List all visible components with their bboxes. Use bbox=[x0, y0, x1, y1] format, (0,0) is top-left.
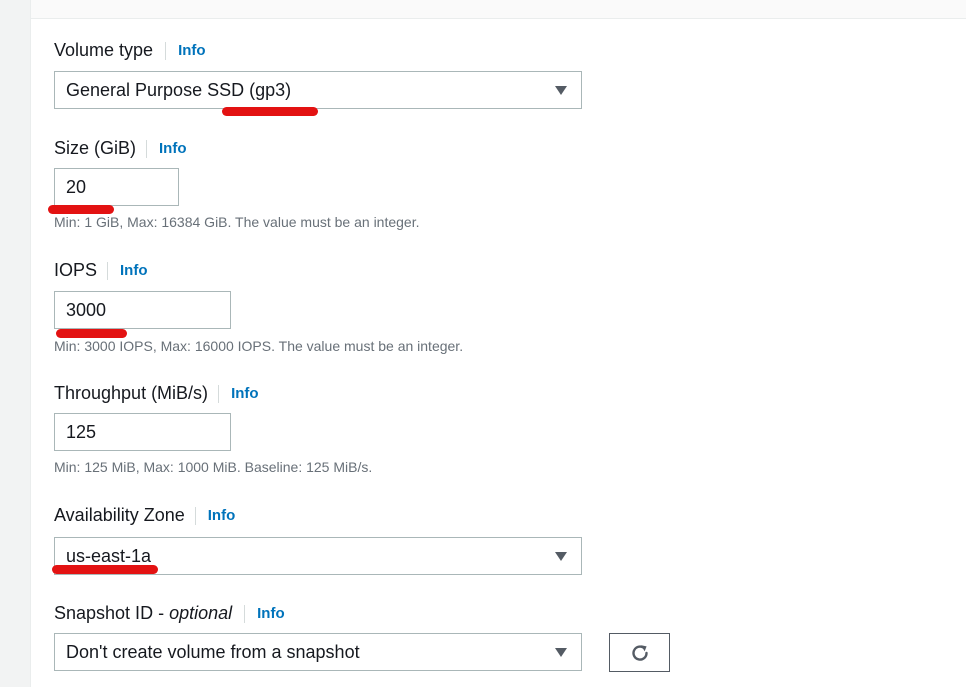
iops-info-link[interactable]: Info bbox=[120, 262, 148, 279]
refresh-icon bbox=[631, 644, 648, 661]
volume-type-label-row: Volume type Info bbox=[54, 40, 206, 61]
throughput-label-row: Throughput (MiB/s) Info bbox=[54, 383, 259, 404]
annotation-underline bbox=[52, 565, 158, 574]
availability-zone-info-link[interactable]: Info bbox=[208, 507, 236, 524]
label-separator bbox=[146, 139, 148, 158]
availability-zone-label-row: Availability Zone Info bbox=[54, 505, 235, 526]
label-separator bbox=[218, 384, 220, 403]
iops-label: IOPS bbox=[54, 260, 98, 280]
size-hint: Min: 1 GiB, Max: 16384 GiB. The value mu… bbox=[54, 214, 420, 230]
availability-zone-label: Availability Zone bbox=[54, 505, 185, 525]
label-separator bbox=[107, 261, 109, 280]
annotation-underline bbox=[48, 205, 114, 214]
throughput-input[interactable]: 125 bbox=[54, 413, 231, 451]
volume-type-label: Volume type bbox=[54, 40, 154, 60]
snapshot-value: Don't create volume from a snapshot bbox=[66, 641, 360, 662]
snapshot-select[interactable]: Don't create volume from a snapshot bbox=[54, 633, 582, 671]
size-info-link[interactable]: Info bbox=[159, 140, 187, 157]
iops-label-row: IOPS Info bbox=[54, 260, 148, 281]
top-band bbox=[30, 0, 966, 18]
label-separator bbox=[165, 41, 167, 60]
annotation-underline bbox=[222, 107, 318, 116]
throughput-label: Throughput (MiB/s) bbox=[54, 383, 209, 403]
throughput-info-link[interactable]: Info bbox=[231, 385, 259, 402]
size-label: Size (GiB) bbox=[54, 138, 137, 158]
label-separator bbox=[244, 604, 246, 623]
size-input[interactable]: 20 bbox=[54, 168, 179, 206]
snapshot-label: Snapshot ID - optional bbox=[54, 603, 233, 623]
annotation-underline bbox=[56, 329, 127, 338]
throughput-hint: Min: 125 MiB, Max: 1000 MiB. Baseline: 1… bbox=[54, 459, 373, 475]
volume-type-select[interactable]: General Purpose SSD (gp3) bbox=[54, 71, 582, 109]
throughput-value: 125 bbox=[66, 421, 97, 442]
refresh-snapshots-button[interactable] bbox=[609, 633, 670, 672]
caret-down-icon bbox=[555, 648, 567, 657]
caret-down-icon bbox=[555, 552, 567, 561]
size-label-row: Size (GiB) Info bbox=[54, 138, 187, 159]
label-separator bbox=[194, 506, 196, 525]
optional-label: optional bbox=[169, 603, 233, 623]
iops-hint: Min: 3000 IOPS, Max: 16000 IOPS. The val… bbox=[54, 338, 464, 354]
iops-value: 3000 bbox=[66, 299, 107, 320]
iops-input[interactable]: 3000 bbox=[54, 291, 231, 329]
snapshot-info-link[interactable]: Info bbox=[257, 605, 285, 622]
volume-type-info-link[interactable]: Info bbox=[178, 42, 206, 59]
snapshot-label-row: Snapshot ID - optional Info bbox=[54, 603, 285, 624]
availability-zone-value: us-east-1a bbox=[66, 545, 152, 566]
volume-type-value: General Purpose SSD (gp3) bbox=[66, 79, 292, 100]
size-value: 20 bbox=[66, 176, 87, 197]
caret-down-icon bbox=[555, 86, 567, 95]
